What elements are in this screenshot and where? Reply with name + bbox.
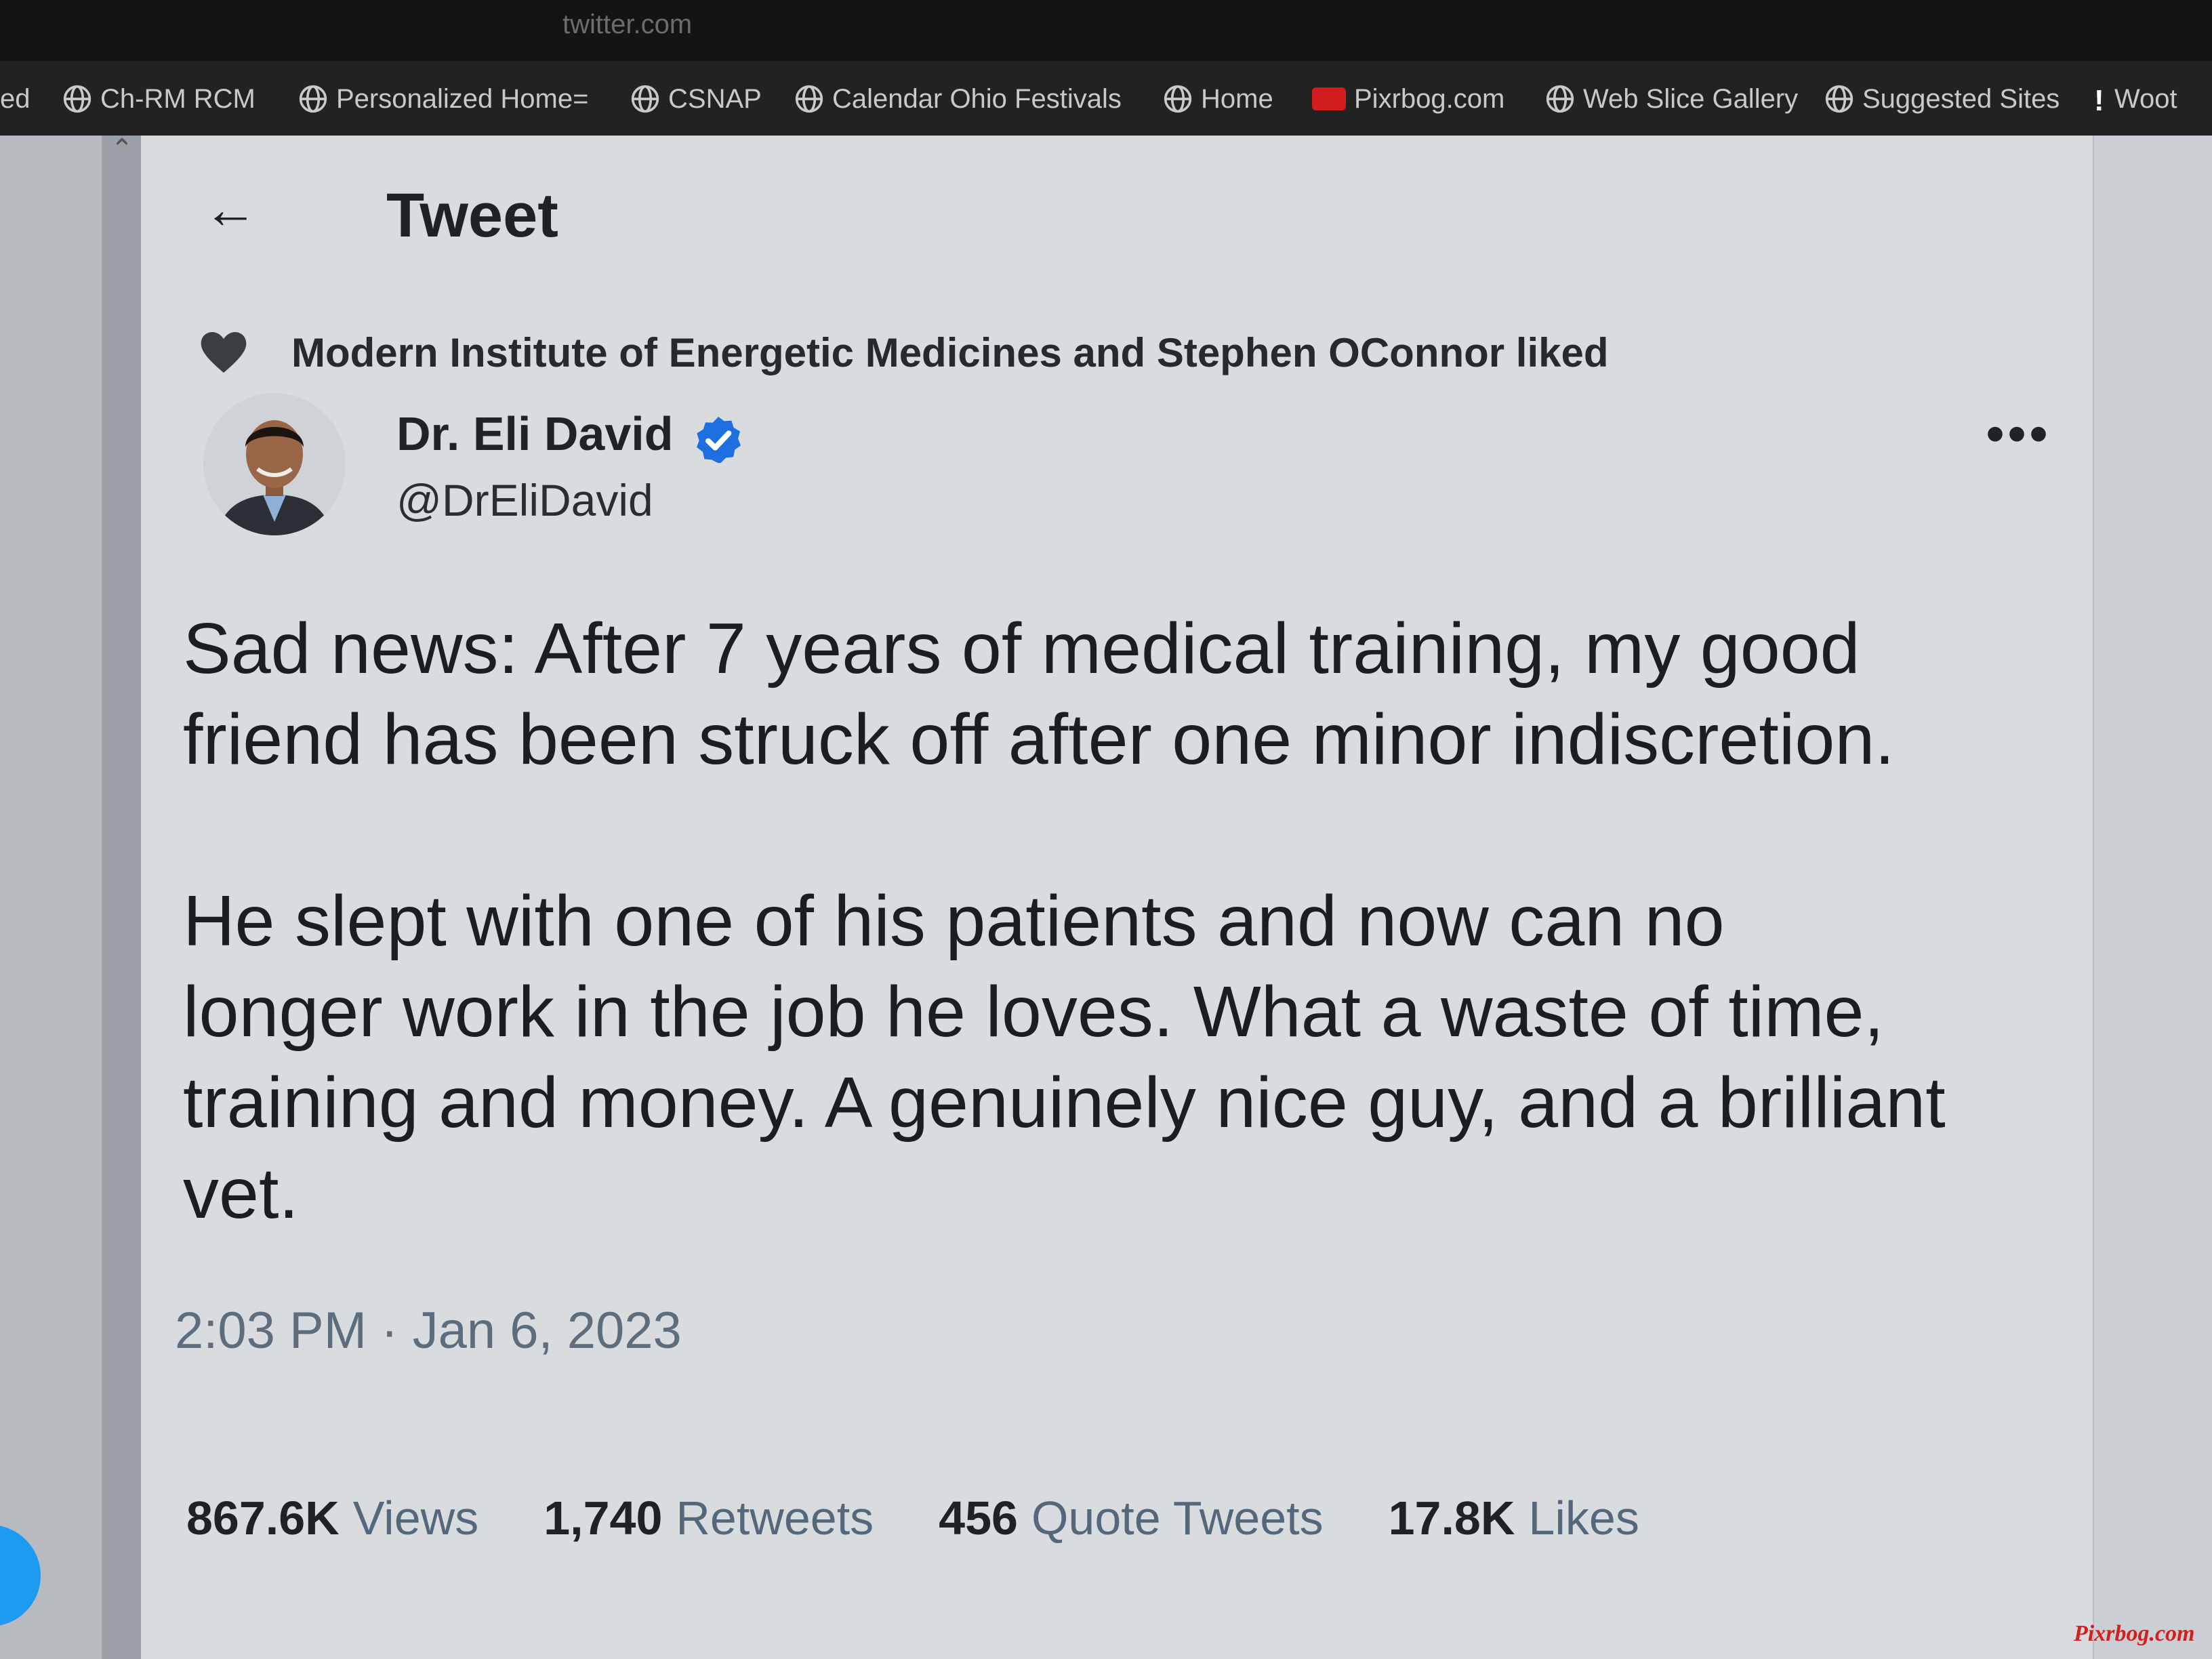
scrollbar[interactable] [102, 136, 141, 1659]
tweet-paragraph: He slept with one of his patients and no… [183, 881, 1946, 1233]
stat-label: Views [352, 1492, 479, 1544]
bookmark-label: Suggested Sites [1862, 83, 2060, 114]
bookmarks-bar: ed Ch-RM RCM Personalized Home= CSNAP Ca… [0, 61, 2212, 136]
bookmark-label: Web Slice Gallery [1583, 83, 1799, 114]
bookmark-item[interactable]: ed [0, 81, 30, 117]
retweets-stat[interactable]: 1,740 Retweets [544, 1491, 874, 1545]
stat-value: 1,740 [544, 1492, 663, 1544]
tweet-paragraph: Sad news: After 7 years of medical train… [183, 609, 1895, 779]
globe-icon [1164, 85, 1192, 113]
bookmark-label: Calendar Ohio Festivals [832, 83, 1122, 114]
bookmark-label: Pixrbog.com [1354, 83, 1505, 114]
address-bar-url[interactable]: twitter.com [562, 9, 692, 40]
social-context: Modern Institute of Energetic Medicines … [197, 325, 1609, 380]
arrow-left-icon[interactable]: ← [203, 179, 264, 240]
globe-icon [63, 85, 91, 113]
heart-icon [201, 332, 247, 373]
scroll-up-icon[interactable]: ⌃ [108, 136, 136, 163]
stat-value: 867.6K [186, 1492, 340, 1544]
bookmark-item[interactable]: Suggested Sites [1824, 81, 2060, 117]
views-stat[interactable]: 867.6K Views [186, 1491, 478, 1545]
verified-badge-icon [697, 417, 741, 464]
bookmark-item[interactable]: Web Slice Gallery [1545, 81, 1798, 117]
author-avatar[interactable] [203, 393, 346, 535]
author-name[interactable]: Dr. Eli David [396, 407, 673, 461]
globe-icon [795, 85, 823, 113]
bookmark-label: Ch-RM RCM [100, 83, 255, 114]
stat-value: 456 [939, 1492, 1018, 1544]
exclamation-icon: ! [2094, 84, 2104, 117]
more-options-icon[interactable]: ••• [1986, 407, 2053, 461]
bookmark-label: Personalized Home= [336, 83, 589, 114]
bookmark-item[interactable]: CSNAP [630, 81, 762, 117]
globe-icon [1546, 85, 1574, 113]
bookmark-item[interactable]: Pixrbog.com [1312, 81, 1504, 117]
right-sidebar [2093, 136, 2212, 1659]
bookmark-item[interactable]: Calendar Ohio Festivals [794, 81, 1122, 117]
bookmark-item[interactable]: Ch-RM RCM [62, 81, 255, 117]
globe-icon [631, 85, 659, 113]
page-title: Tweet [386, 181, 558, 250]
watermark: Pixrbog.com [2074, 1621, 2195, 1646]
bookmark-label: ed [0, 83, 30, 114]
bookmark-item[interactable]: Home [1163, 81, 1273, 117]
likes-stat[interactable]: 17.8K Likes [1389, 1491, 1639, 1545]
browser-address-strip: twitter.com [0, 0, 2212, 61]
left-navigation [0, 136, 102, 1659]
youtube-icon [1312, 87, 1346, 110]
liked-by-text[interactable]: Modern Institute of Energetic Medicines … [291, 329, 1609, 376]
bookmark-label: Home [1201, 83, 1273, 114]
stat-label: Retweets [676, 1492, 874, 1544]
stat-label: Likes [1528, 1492, 1639, 1544]
page-viewport: ⌃ ← Tweet Modern Institute of Energetic … [0, 136, 2212, 1659]
tweet-stats: 867.6K Views 1,740 Retweets 456 Quote Tweet… [186, 1491, 1639, 1545]
quote-tweets-stat[interactable]: 456 Quote Tweets [939, 1491, 1323, 1545]
globe-icon [1825, 85, 1853, 113]
bookmark-label: Woot [2114, 83, 2177, 114]
author-avatar-image [203, 393, 346, 535]
stat-label: Quote Tweets [1031, 1492, 1324, 1544]
stat-value: 17.8K [1388, 1492, 1515, 1544]
bookmark-item[interactable]: ! Woot [2094, 81, 2177, 118]
tweet-timestamp[interactable]: 2:03 PM · Jan 6, 2023 [175, 1301, 682, 1360]
globe-icon [299, 85, 327, 113]
tweet-body: Sad news: After 7 years of medical train… [183, 603, 2081, 1239]
bookmark-item[interactable]: Personalized Home= [298, 81, 588, 117]
bookmark-label: CSNAP [668, 83, 762, 114]
author-handle[interactable]: @DrEliDavid [396, 474, 653, 526]
